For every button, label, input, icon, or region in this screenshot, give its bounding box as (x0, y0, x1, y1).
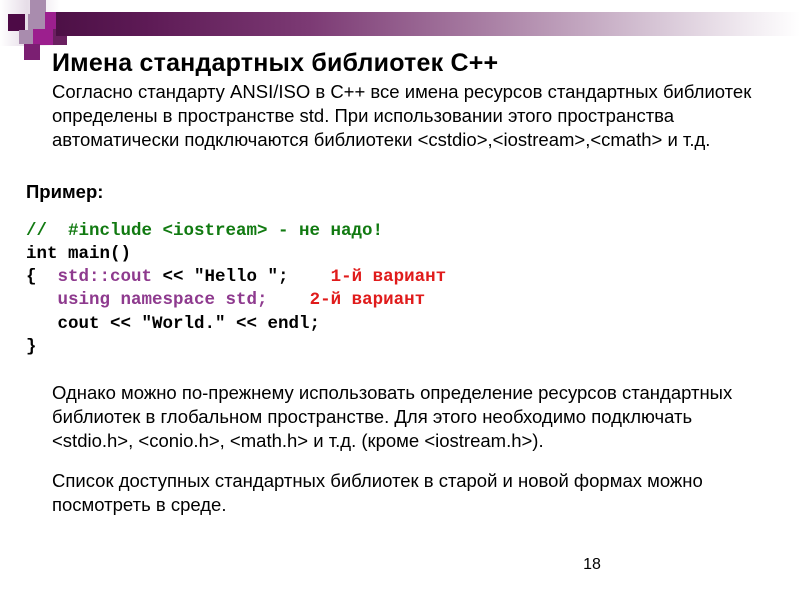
code-token-using-namespace: using namespace std; (57, 290, 268, 311)
code-token-open-brace: { (26, 267, 58, 288)
body-paragraph-3: Список доступных стандартных библиотек в… (52, 469, 703, 515)
code-gap (289, 267, 331, 287)
code-line-comment: // #include <iostream> - не надо! (26, 221, 383, 241)
code-gap (268, 290, 310, 310)
code-line-cout: { std::cout << "Hello "; 1-й вариант (26, 267, 446, 287)
decor-square-bottom-plum (24, 44, 40, 60)
body-paragraph-1: Согласно стандарту ANSI/ISO в C++ все им… (52, 81, 752, 151)
code-token-std-cout: std::cout (57, 267, 153, 288)
example-label: Пример: (26, 181, 104, 203)
code-note-variant-2: 2-й вариант (309, 290, 426, 311)
code-token-close-brace: } (26, 336, 37, 357)
code-line-main: int main() (26, 244, 131, 264)
decor-gradient-bar (56, 12, 800, 36)
code-sample: // #include <iostream> - не надо! int ma… (26, 220, 778, 359)
code-line-close-brace: } (26, 337, 37, 357)
code-token-main: int main() (26, 244, 132, 265)
code-line-world: cout << "World." << endl; (26, 313, 321, 334)
code-line-using: using namespace std; 2-й вариант (26, 290, 426, 311)
page-title: Имена стандартных библиотек C++ (52, 48, 499, 77)
code-note-variant-1: 1-й вариант (330, 267, 447, 288)
decor-square-lower-magenta (33, 29, 53, 45)
code-token-comment: // #include <iostream> - не надо! (26, 221, 384, 242)
slide-content: Согласно стандарту ANSI/ISO в C++ все им… (26, 80, 778, 523)
body-paragraph-2: Однако можно по-прежнему использовать оп… (52, 381, 733, 451)
decor-square-dark-left (8, 14, 25, 31)
code-token-world: cout << "World." << endl; (26, 313, 321, 334)
slide-number: 18 (583, 556, 601, 573)
code-token-hello: << "Hello "; (152, 267, 289, 288)
decor-square-lower-mauve (19, 30, 33, 44)
